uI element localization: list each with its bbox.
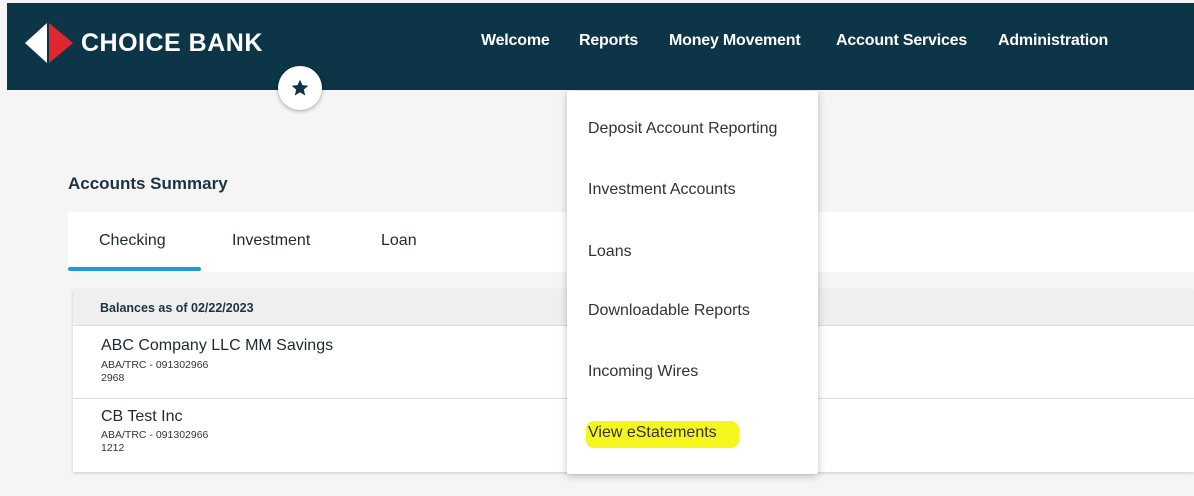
nav-reports[interactable]: Reports bbox=[579, 32, 638, 50]
nav-money-movement[interactable]: Money Movement bbox=[669, 32, 801, 50]
menu-item-downloadable-reports[interactable]: Downloadable Reports bbox=[588, 302, 750, 320]
account-name[interactable]: ABC Company LLC MM Savings bbox=[101, 337, 333, 355]
account-aba: ABA/TRC - 091302966 bbox=[101, 429, 209, 441]
top-navigation-bar: CHOICE BANK Welcome Reports Money Moveme… bbox=[7, 3, 1194, 90]
nav-account-services[interactable]: Account Services bbox=[836, 32, 967, 50]
star-icon bbox=[291, 79, 309, 96]
account-number: 1212 bbox=[101, 442, 125, 454]
tab-investment[interactable]: Investment bbox=[232, 232, 310, 250]
account-number: 2968 bbox=[101, 372, 125, 384]
bank-logo[interactable]: CHOICE BANK bbox=[23, 21, 263, 65]
favorites-button[interactable] bbox=[278, 66, 322, 110]
nav-administration[interactable]: Administration bbox=[998, 32, 1108, 50]
menu-item-incoming-wires[interactable]: Incoming Wires bbox=[588, 363, 698, 381]
account-name[interactable]: CB Test Inc bbox=[101, 408, 183, 426]
menu-item-view-estatements[interactable]: View eStatements bbox=[586, 421, 739, 448]
menu-item-deposit-account-reporting[interactable]: Deposit Account Reporting bbox=[588, 120, 777, 138]
accounts-summary-title: Accounts Summary bbox=[68, 174, 228, 193]
bank-name: CHOICE BANK bbox=[81, 28, 263, 57]
nav-welcome[interactable]: Welcome bbox=[481, 32, 550, 50]
choice-bank-logo-icon bbox=[25, 23, 73, 63]
balances-date: Balances as of 02/22/2023 bbox=[100, 301, 254, 315]
menu-item-investment-accounts[interactable]: Investment Accounts bbox=[588, 181, 736, 199]
menu-item-loans[interactable]: Loans bbox=[588, 243, 632, 261]
active-tab-indicator bbox=[68, 267, 201, 271]
reports-dropdown-menu: Deposit Account Reporting Investment Acc… bbox=[567, 91, 818, 474]
tab-checking[interactable]: Checking bbox=[99, 232, 166, 250]
tab-loan[interactable]: Loan bbox=[381, 232, 417, 250]
account-aba: ABA/TRC - 091302966 bbox=[101, 359, 209, 371]
